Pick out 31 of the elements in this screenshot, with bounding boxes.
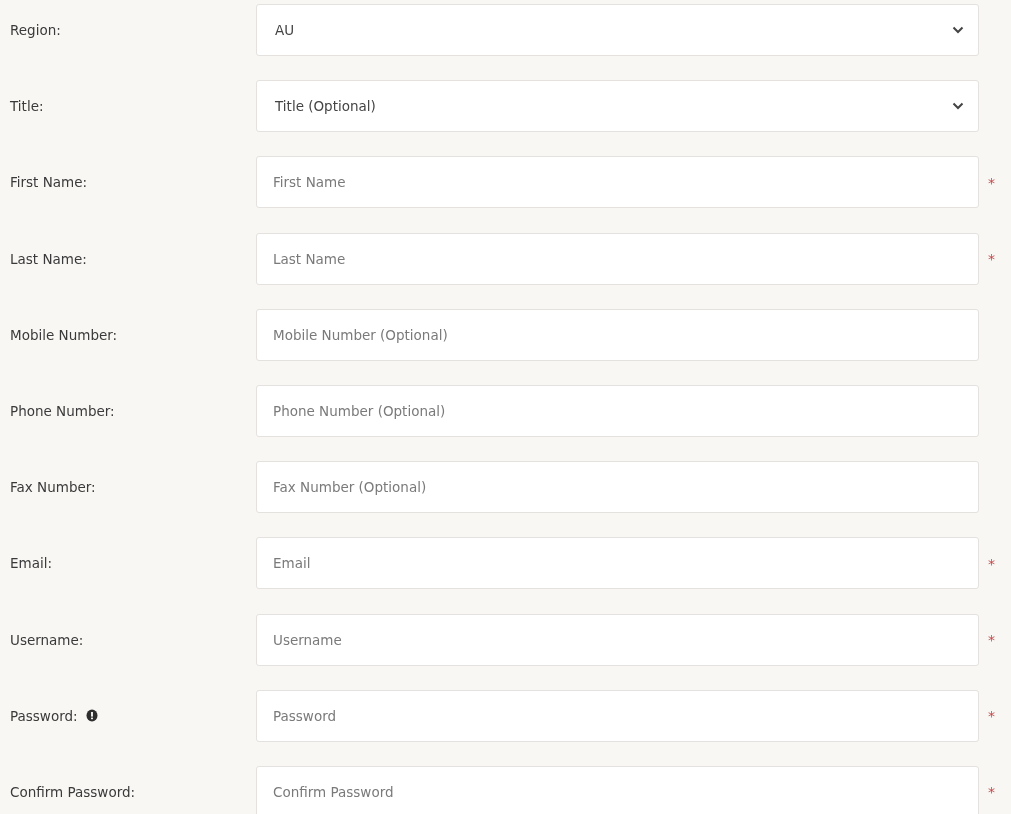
field-label: Region:	[10, 22, 61, 38]
input-field[interactable]: Fax Number (Optional)	[257, 462, 978, 513]
field-label: Email:	[10, 555, 52, 572]
input-field[interactable]: Email	[257, 538, 978, 589]
required-mark: *	[987, 174, 995, 191]
required-mark: *	[987, 251, 995, 268]
input-field[interactable]: Password	[257, 690, 978, 741]
input-field[interactable]: Last Name	[257, 233, 978, 284]
field-label: Mobile Number:	[10, 326, 118, 343]
info-icon[interactable]	[85, 709, 98, 723]
field-label: Confirm Password:	[10, 783, 136, 800]
chevron-down-icon	[952, 102, 964, 111]
input-field[interactable]: Phone Number (Optional)	[257, 385, 978, 436]
field-label: Fax Number:	[10, 479, 96, 496]
field-label: First Name:	[10, 174, 88, 191]
input-field[interactable]: Username	[257, 614, 978, 665]
field-label: Last Name:	[10, 250, 87, 267]
select-field[interactable]: Title (Optional)	[256, 80, 979, 133]
required-mark: *	[987, 784, 995, 801]
field-label: Phone Number:	[10, 402, 115, 419]
input-field[interactable]: Mobile Number (Optional)	[257, 309, 978, 360]
chevron-down-icon	[952, 26, 964, 34]
select-field[interactable]: AU	[256, 4, 979, 56]
input-field[interactable]: Confirm Password	[257, 766, 978, 814]
required-mark: *	[987, 555, 995, 572]
field-label: Username:	[10, 631, 84, 648]
required-mark: *	[987, 632, 995, 648]
required-mark: *	[987, 708, 995, 725]
field-label: Password:	[10, 707, 78, 724]
field-label: Title:	[10, 98, 44, 115]
input-field[interactable]: First Name	[257, 157, 978, 208]
